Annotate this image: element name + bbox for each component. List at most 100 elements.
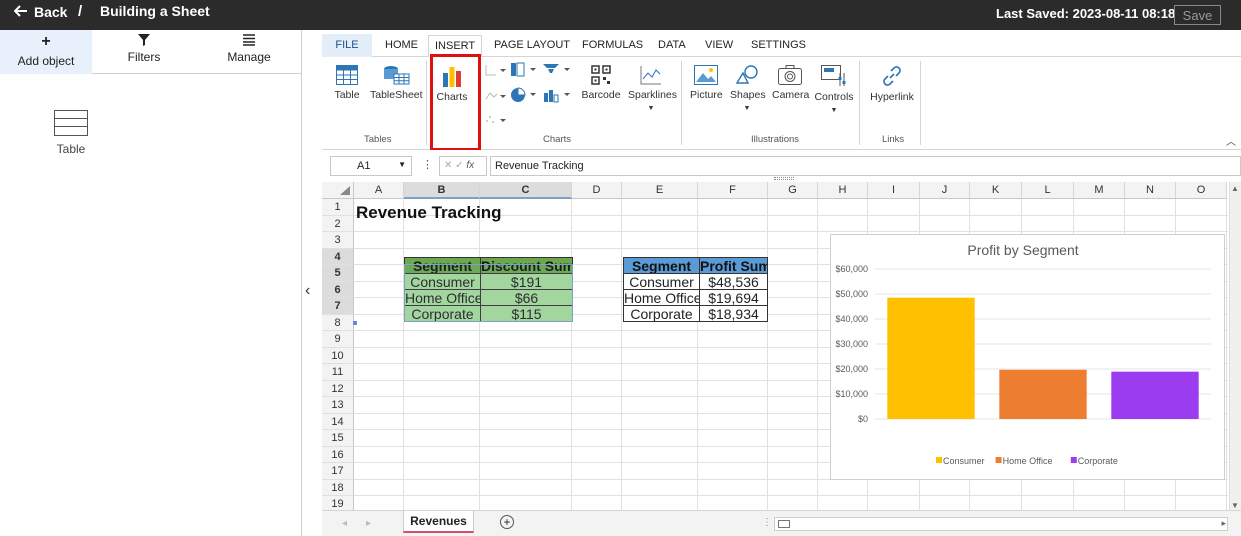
row-header-3[interactable]: 3 [322,232,354,249]
insert-tablesheet-button[interactable]: TableSheet [370,65,423,101]
insert-camera-button[interactable]: Camera [772,65,809,101]
cell-selection-range [404,264,573,322]
scrollbar-resize-icon[interactable]: ⋮ [762,517,772,528]
tab-filters[interactable]: Filters [98,30,190,74]
selection-fill-handle[interactable] [353,321,357,325]
table2-header-profit-sum[interactable]: Profit Sum [699,257,768,274]
column-header-f[interactable]: F [698,182,768,199]
row-header-7[interactable]: 7 [322,298,354,315]
column-header-k[interactable]: K [970,182,1022,199]
area-chart-dropdown[interactable] [484,89,508,105]
column-header-e[interactable]: E [622,182,698,199]
profit-chart[interactable]: Profit by Segment $0 $10,000 $20,000 $30,000… [830,234,1225,480]
sheet-nav-next-icon[interactable]: ▸ [366,518,371,529]
table2-cell[interactable]: Corporate [623,305,700,322]
row-header-15[interactable]: 15 [322,430,354,447]
row-header-12[interactable]: 12 [322,380,354,397]
column-header-c[interactable]: C [480,182,572,199]
back-button[interactable]: Back [13,4,67,20]
tab-formulas[interactable]: FORMULAS [582,39,643,51]
column-header-g[interactable]: G [768,182,818,199]
row-header-11[interactable]: 11 [322,364,354,381]
row-header-2[interactable]: 2 [322,215,354,232]
insert-picture-button[interactable]: Picture [690,65,723,101]
insert-picture-label: Picture [690,89,723,101]
insert-sparklines-button[interactable]: Sparklines ▼ [628,65,677,113]
select-all-corner[interactable] [322,182,354,199]
insert-controls-button[interactable]: Controls ▼ [814,65,854,115]
tab-manage[interactable]: Manage [203,30,295,74]
column-chart-dropdown[interactable] [510,62,538,80]
row-header-4[interactable]: 4 [322,248,354,265]
column-header-d[interactable]: D [572,182,622,199]
tab-home[interactable]: HOME [385,39,418,51]
line-chart-dropdown[interactable] [484,63,508,79]
formula-bar-resize-handle[interactable] [774,177,794,180]
table2-cell[interactable]: $19,694 [699,289,768,306]
pie-chart-dropdown[interactable] [510,87,538,105]
row-header-13[interactable]: 13 [322,397,354,414]
tab-page-layout[interactable]: PAGE LAYOUT [494,39,570,51]
column-header-n[interactable]: N [1125,182,1176,199]
confirm-icon[interactable]: ✓ [455,160,463,171]
function-icon[interactable]: fx [466,160,474,171]
row-header-8[interactable]: 8 [322,314,354,331]
table2-cell[interactable]: Consumer [623,273,700,290]
formula-input[interactable]: Revenue Tracking [490,156,1241,176]
insert-hyperlink-button[interactable]: Hyperlink [870,65,914,103]
scroll-up-icon[interactable]: ▲ [1231,184,1239,193]
row-header-1[interactable]: 1 [322,199,354,216]
row-header-6[interactable]: 6 [322,281,354,298]
tab-settings[interactable]: SETTINGS [751,39,806,51]
combo-chart-dropdown[interactable] [542,87,572,105]
collapse-panel-icon[interactable]: ‹ [305,282,310,300]
insert-shapes-button[interactable]: Shapes ▼ [730,65,766,113]
name-box[interactable]: A1 ▼ [330,156,412,176]
more-options-icon[interactable]: ⋮ [422,158,433,171]
column-header-o[interactable]: O [1176,182,1227,199]
row-header-18[interactable]: 18 [322,479,354,496]
table2-header-segment[interactable]: Segment [623,257,700,274]
grid-column-line [571,199,572,510]
tab-data[interactable]: DATA [658,39,686,51]
table2-cell[interactable]: $18,934 [699,305,768,322]
table2-cell[interactable]: Home Office [623,289,700,306]
row-header-10[interactable]: 10 [322,347,354,364]
table2-cell[interactable]: $48,536 [699,273,768,290]
row-header-16[interactable]: 16 [322,446,354,463]
sheet-tab-revenues[interactable]: Revenues [403,511,474,533]
cancel-icon[interactable]: ✕ [444,160,452,171]
column-header-m[interactable]: M [1074,182,1125,199]
column-header-i[interactable]: I [868,182,920,199]
row-header-9[interactable]: 9 [322,331,354,348]
top-bar: Back / Building a Sheet Last Saved: 2023… [0,0,1241,30]
row-header-14[interactable]: 14 [322,413,354,430]
collapse-ribbon-icon[interactable]: ︿ [1226,133,1236,148]
tab-file[interactable]: FILE [322,34,372,57]
column-header-a[interactable]: A [354,182,404,199]
tab-add-object[interactable]: + Add object [0,30,92,74]
column-header-j[interactable]: J [920,182,970,199]
column-header-h[interactable]: H [818,182,868,199]
row-header-5[interactable]: 5 [322,265,354,282]
scatter-chart-dropdown[interactable] [484,113,508,129]
add-table-object[interactable]: Table [40,110,102,156]
spreadsheet-grid[interactable]: ABCDEFGHIJKLMNO 1 2 3 4 5 6 7 8 9 10 11 12 13 14 15 16 1… [322,182,1228,510]
insert-barcode-button[interactable]: Barcode [580,65,622,101]
row-header-17[interactable]: 17 [322,463,354,480]
vertical-scrollbar[interactable]: ▲ ▼ [1229,182,1241,512]
column-header-b[interactable]: B [404,182,480,199]
insert-table-button[interactable]: Table [332,65,362,101]
add-sheet-icon[interactable]: + [500,515,514,529]
row-header-19[interactable]: 19 [322,496,354,510]
horizontal-scrollbar[interactable]: ▸ [774,517,1228,531]
funnel-chart-dropdown[interactable] [542,62,572,80]
tab-view[interactable]: VIEW [705,39,733,51]
sheet-nav-prev-icon[interactable]: ◂ [342,518,347,529]
column-header-l[interactable]: L [1022,182,1074,199]
save-button[interactable]: Save [1174,5,1221,25]
sheet-title-cell[interactable]: Revenue Tracking [356,203,502,223]
scrollbar-thumb[interactable] [778,520,790,528]
scroll-right-icon[interactable]: ▸ [1221,518,1226,529]
scroll-down-icon[interactable]: ▼ [1231,501,1239,510]
